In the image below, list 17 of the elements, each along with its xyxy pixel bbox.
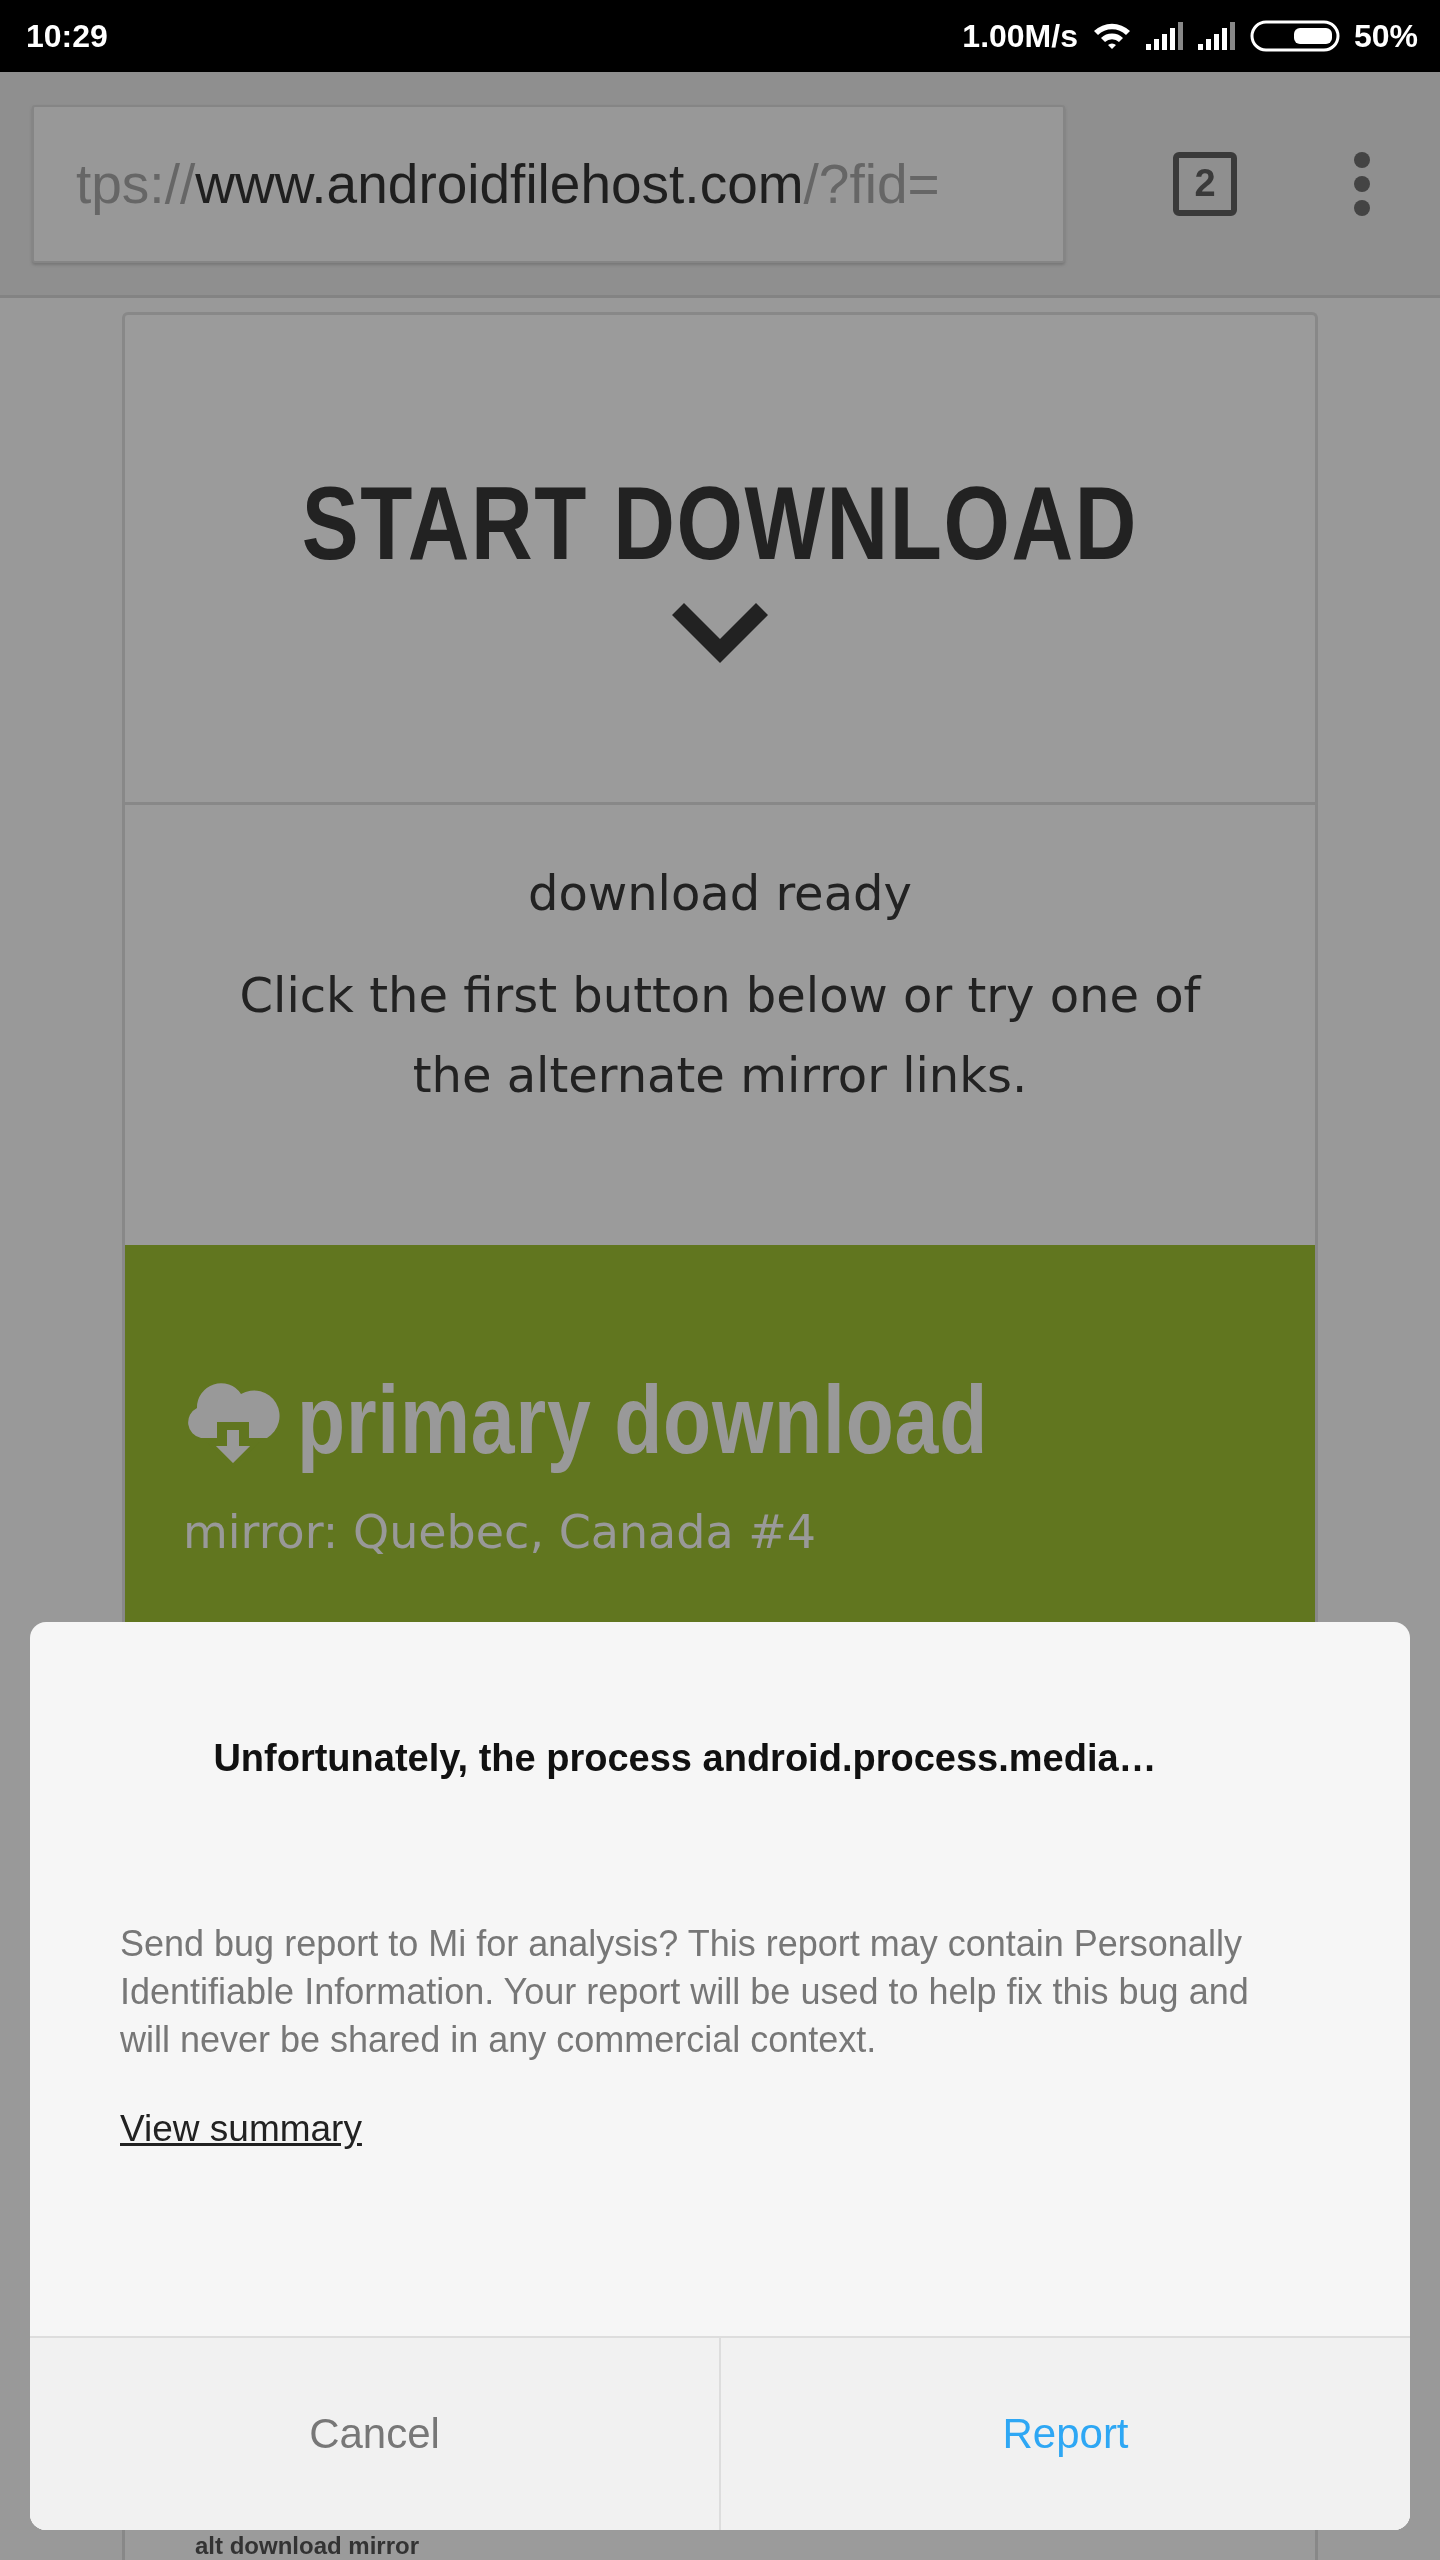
view-summary-link[interactable]: View summary — [120, 2108, 362, 2150]
dialog-title: Unfortunately, the process android.process.media… — [213, 1737, 1157, 1780]
tab-switcher-button[interactable]: 2 — [1173, 151, 1237, 216]
clock: 10:29 — [26, 17, 108, 55]
start-download-heading: START DOWNLOAD — [301, 464, 1139, 583]
chevron-down-icon — [672, 603, 768, 663]
instructions-text: Click the first button below or try one of the alternate mirror links. — [238, 966, 1203, 1105]
signal-icon — [1145, 22, 1184, 50]
download-status: download ready — [528, 865, 912, 921]
dialog-message: Send bug report to Mi for analysis? This report may contain Personally Identifiable Information. Your report will be used to help fix this bug and will never be shared in any commercial context. — [120, 1922, 1250, 2062]
battery-percent: 50% — [1353, 17, 1418, 55]
network-speed: 1.00M/s — [962, 17, 1078, 55]
signal-icon — [1197, 22, 1236, 50]
battery-icon — [1249, 20, 1340, 52]
menu-icon[interactable] — [1352, 150, 1372, 217]
alt-download-link[interactable]: alt download mirror — [195, 2532, 419, 2560]
report-button[interactable]: Report — [719, 2338, 1410, 2530]
